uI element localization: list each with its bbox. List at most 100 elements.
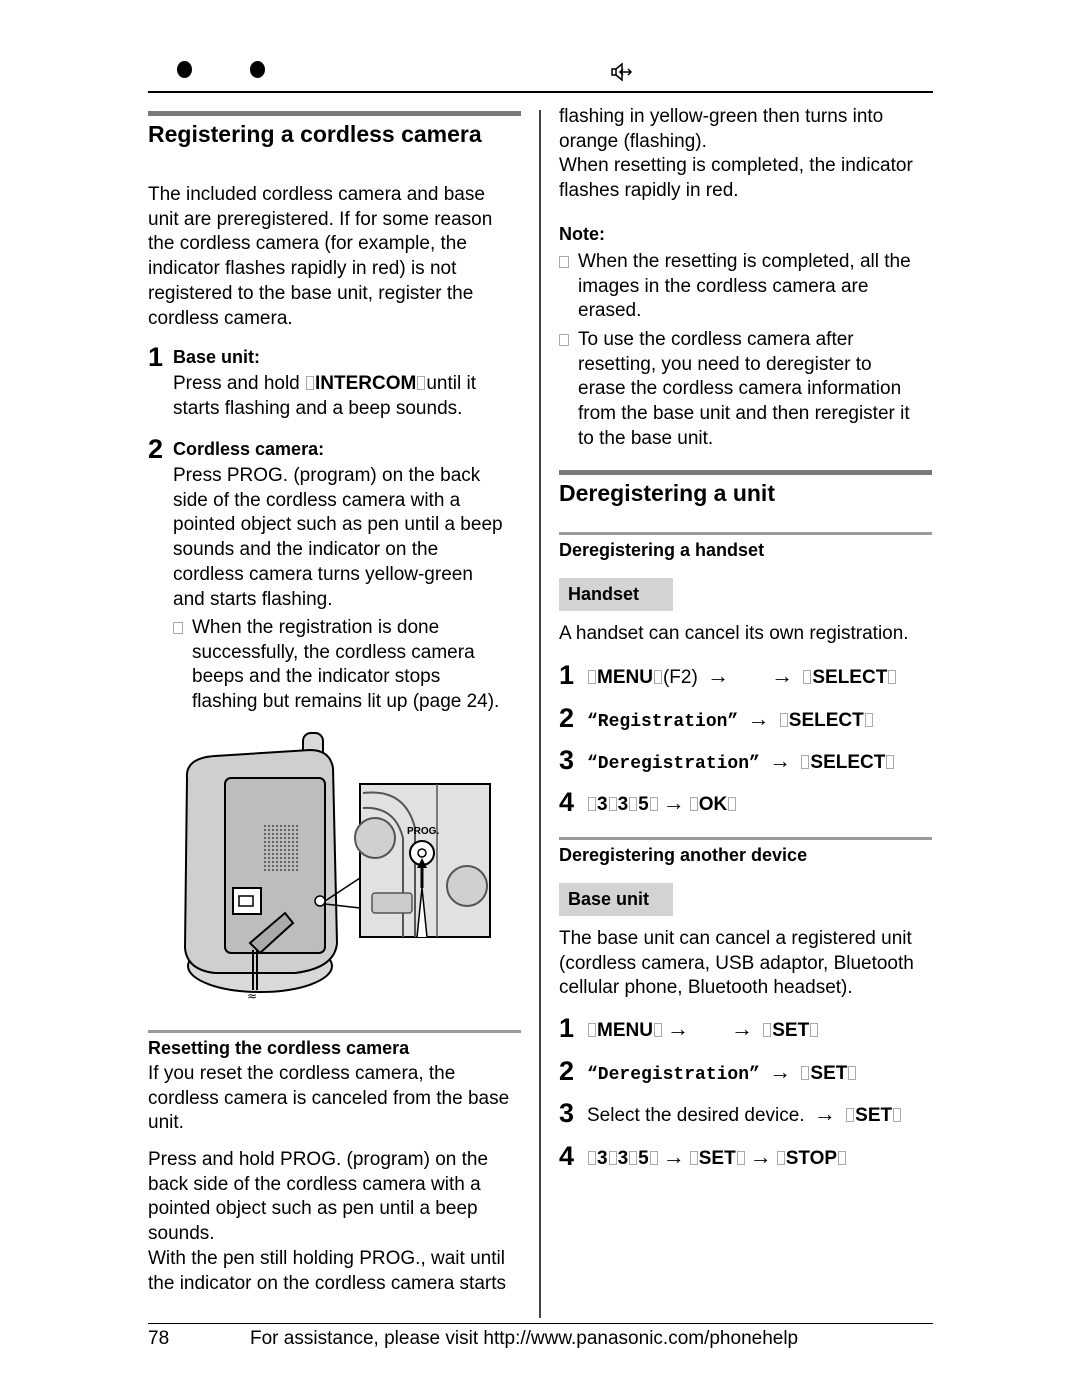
key-bracket-icon	[886, 755, 895, 769]
digit-key: 3	[597, 794, 608, 815]
prog-label: PROG.	[407, 826, 439, 837]
step-1-base-unit: 1 Base unit: Press and hold INTERCOM unti…	[148, 343, 528, 423]
key-bracket-icon	[649, 797, 658, 811]
arrow-icon: →	[771, 663, 794, 688]
subsection-bar	[559, 532, 932, 535]
key-bracket-icon	[846, 1108, 855, 1122]
set-key: SET	[810, 1063, 848, 1084]
column-divider	[539, 110, 541, 1318]
arrow-icon: →	[666, 1016, 689, 1041]
key-bracket-icon	[608, 1151, 617, 1165]
key-bracket-icon	[649, 1151, 658, 1165]
reset-paragraph-1: If you reset the cordless camera, the co…	[148, 1063, 510, 1134]
bullet-dot-icon	[177, 61, 192, 78]
section-title-registering: Registering a cordless camera	[148, 121, 482, 147]
intercom-key: INTERCOM	[315, 373, 417, 394]
select-key: SELECT	[788, 710, 864, 731]
key-bracket-icon	[728, 797, 737, 811]
key-bracket-icon	[306, 376, 315, 390]
subsection-title-handset: Deregistering a handset	[559, 540, 765, 560]
device-badge-handset: Handset	[559, 578, 673, 611]
section-bar	[148, 111, 521, 116]
arrow-icon: →	[662, 1144, 685, 1169]
subsection-bar	[559, 837, 932, 840]
arrow-icon: →	[769, 748, 792, 773]
other-device-description: The base unit can cancel a registered un…	[559, 928, 914, 999]
key-bracket-icon	[608, 797, 617, 811]
bullet-box-icon	[559, 256, 569, 268]
digit-key: 3	[617, 794, 629, 815]
set-key: SET	[772, 1020, 810, 1041]
cordless-camera-illustration: ≈ PROG.	[183, 732, 491, 1003]
key-bracket-icon	[629, 1151, 638, 1165]
section-bar	[559, 470, 932, 475]
digit-key: 5	[638, 1148, 649, 1169]
key-bracket-icon	[838, 1151, 847, 1165]
arrow-icon: →	[749, 1144, 772, 1169]
arrow-icon: →	[730, 1016, 753, 1041]
ok-key: OK	[698, 794, 728, 815]
digit-key: 3	[597, 1148, 608, 1169]
digit-key: 5	[638, 794, 649, 815]
bullet-dot-icon	[250, 61, 265, 78]
step-label: Base unit:	[173, 347, 261, 367]
arrow-icon: →	[813, 1101, 836, 1126]
step-label: Cordless camera:	[173, 439, 325, 459]
menu-item-text: “Deregistration”	[587, 1065, 760, 1085]
step-number: 1	[148, 342, 164, 372]
bullet-box-icon	[173, 622, 183, 634]
key-bracket-icon	[810, 1023, 819, 1037]
subsection-title-resetting: Resetting the cordless camera	[148, 1038, 410, 1058]
assistance-link-text: For assistance, please visit http://www.…	[250, 1328, 799, 1349]
header-rule	[148, 91, 933, 93]
menu-key: MENU	[597, 667, 653, 688]
note-label: Note:	[559, 224, 605, 244]
key-bracket-icon	[689, 1151, 698, 1165]
reset-continued-paragraph: flashing in yellow-green then turns into…	[559, 106, 913, 202]
arrow-icon: →	[747, 706, 770, 731]
key-bracket-icon	[588, 797, 596, 811]
set-key: SET	[855, 1105, 893, 1126]
select-key: SELECT	[810, 752, 886, 773]
key-bracket-icon	[417, 376, 426, 390]
arrow-icon: →	[662, 790, 685, 815]
select-key: SELECT	[812, 667, 888, 688]
step-body: Press and hold INTERCOM until it starts f…	[173, 373, 476, 419]
key-bracket-icon	[801, 755, 810, 769]
handset-description: A handset can cancel its own registratio…	[559, 623, 909, 644]
key-bracket-icon	[763, 1023, 772, 1037]
key-bracket-icon	[689, 797, 698, 811]
key-bracket-icon	[588, 1023, 596, 1037]
key-bracket-icon	[888, 670, 897, 684]
device-badge-base-unit: Base unit	[559, 883, 673, 916]
reset-paragraph-2: Press and hold PROG. (program) on the ba…	[148, 1149, 507, 1294]
footer-rule	[148, 1323, 933, 1324]
menu-key: MENU	[597, 1020, 653, 1041]
key-bracket-icon	[629, 797, 638, 811]
key-bracket-icon	[736, 1151, 745, 1165]
set-key: SET	[698, 1148, 736, 1169]
digit-key: 3	[617, 1148, 629, 1169]
key-bracket-icon	[588, 670, 596, 684]
step-number: 2	[148, 434, 164, 464]
step-2-cordless-camera: 2 Cordless camera: Press PROG. (program)…	[148, 435, 528, 715]
bullet-box-icon	[559, 334, 569, 346]
key-bracket-icon	[779, 713, 788, 727]
page-number: 78	[148, 1328, 170, 1349]
key-bracket-icon	[803, 670, 812, 684]
arrow-icon: →	[707, 663, 730, 688]
key-bracket-icon	[588, 1151, 596, 1165]
key-bracket-icon	[653, 670, 662, 684]
menu-item-text: “Deregistration”	[587, 754, 760, 774]
arrow-icon: →	[769, 1059, 792, 1084]
menu-item-text: “Registration”	[587, 712, 739, 732]
key-bracket-icon	[776, 1151, 785, 1165]
section-title-deregistering: Deregistering a unit	[559, 480, 775, 506]
key-bracket-icon	[864, 713, 873, 727]
key-bracket-icon	[801, 1066, 810, 1080]
key-bracket-icon	[653, 1023, 662, 1037]
subsection-bar	[148, 1030, 521, 1033]
intro-paragraph: The included cordless camera and base un…	[148, 184, 493, 329]
stop-key: STOP	[785, 1148, 838, 1169]
subsection-title-other-device: Deregistering another device	[559, 845, 808, 865]
